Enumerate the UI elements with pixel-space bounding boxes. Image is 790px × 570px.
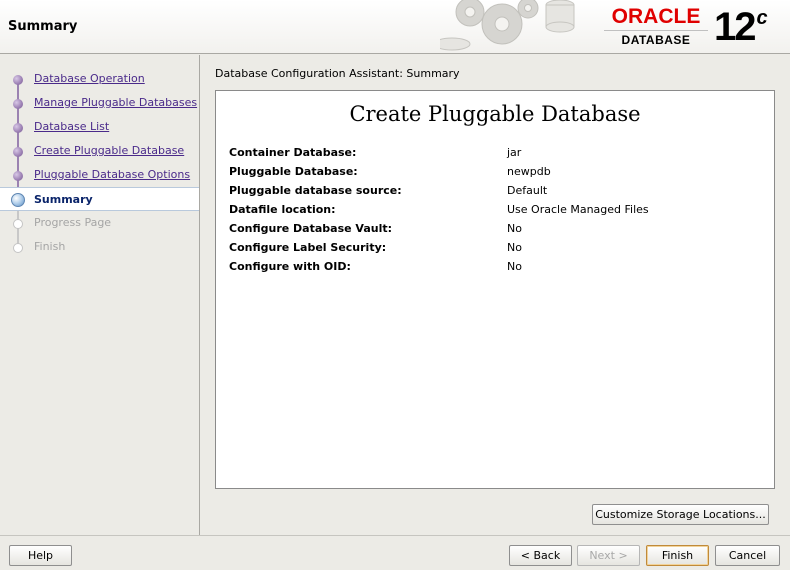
nav-step-finish: Finish [0,236,199,258]
summary-row: Configure with OID: No [229,260,769,276]
version-suffix: c [756,7,768,29]
step-done-icon [13,171,23,181]
summary-panel: Create Pluggable Database Container Data… [215,90,775,489]
page-title: Summary [8,19,78,34]
version-number: 12 [714,5,756,49]
summary-title: Create Pluggable Database [349,102,641,126]
nav-step-label[interactable]: Database List [34,120,109,133]
nav-step-pluggable-database-options[interactable]: Pluggable Database Options [0,164,199,186]
footer-divider [0,535,790,536]
nav-step-summary: Summary [0,187,199,211]
step-current-icon [11,193,25,207]
summary-row: Pluggable database source: Default [229,184,769,200]
next-button[interactable]: Next > [577,545,640,566]
help-button[interactable]: Help [9,545,72,566]
summary-key: Container Database: [229,146,357,159]
nav-step-label[interactable]: Manage Pluggable Databases [34,96,197,109]
nav-step-label: Summary [34,193,93,206]
summary-key: Datafile location: [229,203,336,216]
step-done-icon [13,99,23,109]
customize-storage-locations-button[interactable]: Customize Storage Locations... [592,504,769,525]
nav-step-create-pluggable-database[interactable]: Create Pluggable Database [0,140,199,162]
summary-value: Use Oracle Managed Files [507,203,649,216]
cancel-button[interactable]: Cancel [715,545,780,566]
summary-row: Pluggable Database: newpdb [229,165,769,181]
nav-step-label[interactable]: Database Operation [34,72,145,85]
step-pending-icon [13,219,23,229]
summary-key: Pluggable database source: [229,184,402,197]
nav-step-database-operation[interactable]: Database Operation [0,68,199,90]
summary-key: Pluggable Database: [229,165,358,178]
summary-key: Configure Database Vault: [229,222,392,235]
oracle-product-name: DATABASE [621,33,691,47]
summary-key: Configure with OID: [229,260,351,273]
back-button[interactable]: < Back [509,545,572,566]
summary-value: No [507,260,522,273]
summary-row: Configure Database Vault: No [229,222,769,238]
nav-step-progress-page: Progress Page [0,212,199,234]
summary-value: jar [507,146,522,159]
nav-step-database-list[interactable]: Database List [0,116,199,138]
summary-key: Configure Label Security: [229,241,387,254]
oracle-wordmark: ORACLE [611,5,701,28]
summary-value: Default [507,184,548,197]
nav-step-label: Finish [34,240,66,253]
summary-row: Datafile location: Use Oracle Managed Fi… [229,203,769,219]
step-pending-icon [13,243,23,253]
nav-step-label: Progress Page [34,216,112,229]
finish-button[interactable]: Finish [646,545,709,566]
gears-graphic-icon [440,0,575,51]
version-badge: 12 c [714,2,768,52]
summary-value: No [507,241,522,254]
summary-row: Container Database: jar [229,146,769,162]
summary-value: No [507,222,522,235]
logo-divider [604,30,708,31]
nav-step-label[interactable]: Create Pluggable Database [34,144,184,157]
header-banner: Summary ORACLE DATABASE 12 c [0,0,790,54]
oracle-logo: ORACLE DATABASE [604,6,708,48]
summary-value: newpdb [507,165,551,178]
nav-step-label[interactable]: Pluggable Database Options [34,168,190,181]
step-done-icon [13,123,23,133]
step-done-icon [13,75,23,85]
content-caption: Database Configuration Assistant: Summar… [215,67,460,80]
wizard-steps-nav: Database Operation Manage Pluggable Data… [0,55,200,535]
nav-step-manage-pluggable-databases[interactable]: Manage Pluggable Databases [0,92,199,114]
summary-row: Configure Label Security: No [229,241,769,257]
step-done-icon [13,147,23,157]
